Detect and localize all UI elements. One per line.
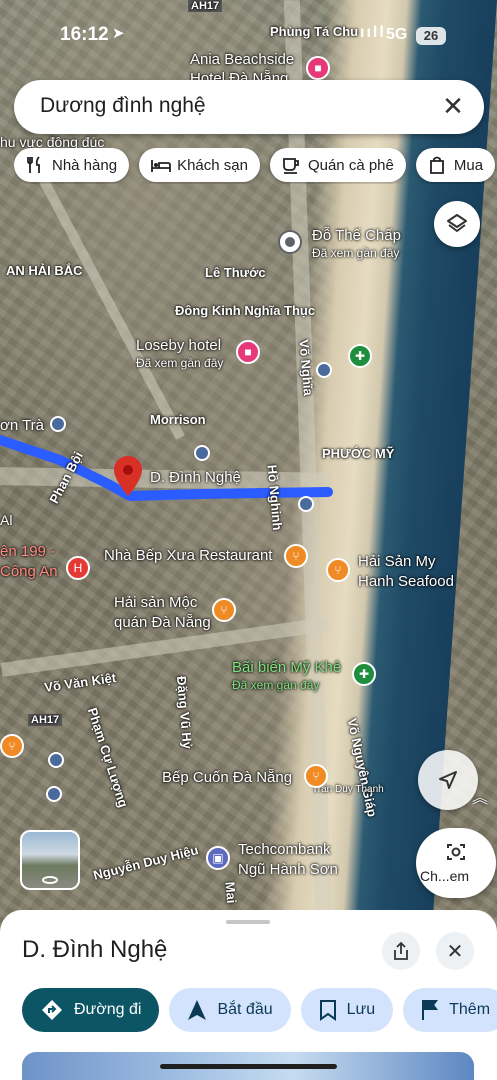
bed-icon xyxy=(151,156,171,174)
bookmark-icon xyxy=(319,1000,336,1021)
poi-son-tra: ơn Trà xyxy=(0,417,45,434)
share-icon xyxy=(394,941,408,960)
status-time: 16:12 xyxy=(60,24,109,45)
status-bar: 16:12 ➤ ııll 5G 26 xyxy=(0,0,497,60)
poi-techcombank[interactable]: Techcombank Ngũ Hành Sơn xyxy=(238,840,338,880)
lens-label: Ch...em xyxy=(420,868,470,884)
chip-label: Quán cà phê xyxy=(307,156,394,174)
chip-label: Nhà hàng xyxy=(52,156,118,174)
bus-stop-icon[interactable] xyxy=(298,496,314,512)
battery-level: 26 xyxy=(416,27,446,45)
close-icon: ✕ xyxy=(446,940,464,963)
place-title: D. Đình Nghệ xyxy=(22,936,168,963)
chip-shopping[interactable]: Mua xyxy=(415,148,496,182)
hotel-pin-icon[interactable]: ■ xyxy=(236,340,260,364)
road-label: Morrison xyxy=(150,412,206,427)
coffee-cup-icon xyxy=(282,156,300,174)
layers-icon xyxy=(447,214,467,232)
restaurant-pin-icon[interactable]: ⑂ xyxy=(304,764,328,788)
navigation-arrow-icon xyxy=(188,1000,207,1020)
shopping-bag-icon xyxy=(428,156,446,174)
street-view-thumbnail[interactable] xyxy=(20,830,80,890)
navigation-arrow-icon xyxy=(439,771,457,789)
bus-stop-icon[interactable] xyxy=(194,445,210,461)
close-sheet-button[interactable]: ✕ xyxy=(436,932,474,970)
poi-bep-cuon[interactable]: Bếp Cuốn Đà Nẵng xyxy=(162,768,292,788)
map-view[interactable]: Phùng Tá Chu AH17 Lê Thước Đông Kinh Ngh… xyxy=(0,0,497,930)
action-label: Đường đi xyxy=(74,1001,142,1018)
layers-button[interactable] xyxy=(434,201,480,247)
bus-stop-icon[interactable] xyxy=(48,752,64,768)
search-query[interactable]: Dương đình nghệ xyxy=(40,94,206,118)
poi-hospital[interactable]: ện 199 - Công An xyxy=(0,542,58,582)
chip-label: Mua xyxy=(453,156,484,174)
poi-hai-san-moc[interactable]: Hải sản Mộc quán Đà Nẵng xyxy=(114,593,211,633)
signal-icon: ııll xyxy=(360,24,386,41)
restaurant-pin-icon[interactable]: ⑂ xyxy=(284,544,308,568)
my-location-button[interactable] xyxy=(418,750,478,810)
chip-hotels[interactable]: Khách sạn xyxy=(139,148,260,182)
area-label: Al xyxy=(0,512,13,528)
bus-stop-icon[interactable] xyxy=(46,786,62,802)
network-type: 5G xyxy=(386,26,408,43)
poi-selected-street[interactable]: D. Đình Nghệ xyxy=(150,468,241,488)
lens-button[interactable]: Ch...em xyxy=(416,828,496,898)
add-button[interactable]: Thêm xyxy=(403,988,497,1032)
search-bar[interactable]: Dương đình nghệ ✕ xyxy=(14,80,484,134)
home-indicator[interactable] xyxy=(160,1064,337,1069)
road-label: PHƯỚC MỸ xyxy=(322,446,395,461)
selected-location-pin-icon[interactable] xyxy=(114,456,142,496)
directions-icon xyxy=(42,1000,62,1020)
bus-stop-icon[interactable] xyxy=(50,416,66,432)
recent-pin-icon[interactable] xyxy=(278,230,302,254)
flag-icon xyxy=(422,1000,439,1020)
street-view-icon xyxy=(42,876,58,884)
chip-coffee[interactable]: Quán cà phê xyxy=(269,148,406,182)
directions-button[interactable]: Đường đi xyxy=(22,988,160,1032)
drag-handle[interactable] xyxy=(226,920,270,924)
save-button[interactable]: Lưu xyxy=(300,988,394,1032)
park-pin-icon[interactable]: ✚ xyxy=(352,662,376,686)
poi-bai-bien-my-khe[interactable]: Bãi biển Mỹ Khê Đã xem gần đây xyxy=(232,658,341,693)
close-icon[interactable]: ✕ xyxy=(438,91,468,121)
bank-pin-icon[interactable]: ▣ xyxy=(206,846,230,870)
chip-label: Khách sạn xyxy=(177,156,248,174)
restaurant-pin-icon[interactable]: ⑂ xyxy=(212,598,236,622)
road-shield: AH17 xyxy=(28,714,63,726)
restaurant-pin-icon[interactable]: ⑂ xyxy=(326,558,350,582)
camera-icon xyxy=(447,844,465,860)
park-pin-icon[interactable]: ✚ xyxy=(348,344,372,368)
share-button[interactable] xyxy=(382,932,420,970)
poi-nha-bep-xua[interactable]: Nhà Bếp Xưa Restaurant xyxy=(104,546,272,566)
action-label: Thêm xyxy=(449,1001,491,1018)
start-button[interactable]: Bắt đầu xyxy=(169,988,291,1032)
action-label: Lưu xyxy=(346,1001,376,1018)
chip-restaurants[interactable]: Nhà hàng xyxy=(14,148,130,182)
location-arrow-icon: ➤ xyxy=(112,25,125,42)
road-label: Mai xyxy=(222,881,240,904)
poi-do-the-chap[interactable]: Đỗ Thế Chấp Đã xem gần đây xyxy=(312,226,401,261)
poi-loseby-hotel[interactable]: Loseby hotel Đã xem gần đây xyxy=(136,336,223,371)
road-label: Đông Kinh Nghĩa Thục xyxy=(175,303,316,318)
hospital-pin-icon[interactable]: H xyxy=(66,556,90,580)
road-label: Lê Thước xyxy=(205,265,266,280)
fork-knife-icon xyxy=(26,156,44,174)
poi-hai-san-my-hanh[interactable]: Hải Sản My Hanh Seafood xyxy=(358,552,454,592)
restaurant-pin-icon[interactable]: ⑂ xyxy=(0,734,24,758)
action-label: Bắt đầu xyxy=(217,1001,273,1018)
chevrons-up-icon[interactable]: ︽ xyxy=(472,784,488,808)
bus-stop-icon[interactable] xyxy=(316,362,332,378)
road-label: AN HẢI BẮC xyxy=(6,263,83,278)
place-sheet[interactable]: D. Đình Nghệ ✕ Đường đi Bắt đầu Lưu Thêm xyxy=(0,910,497,1080)
action-buttons: Đường đi Bắt đầu Lưu Thêm xyxy=(22,988,497,1034)
category-chips: Nhà hàng Khách sạn Quán cà phê Mua xyxy=(14,148,497,184)
